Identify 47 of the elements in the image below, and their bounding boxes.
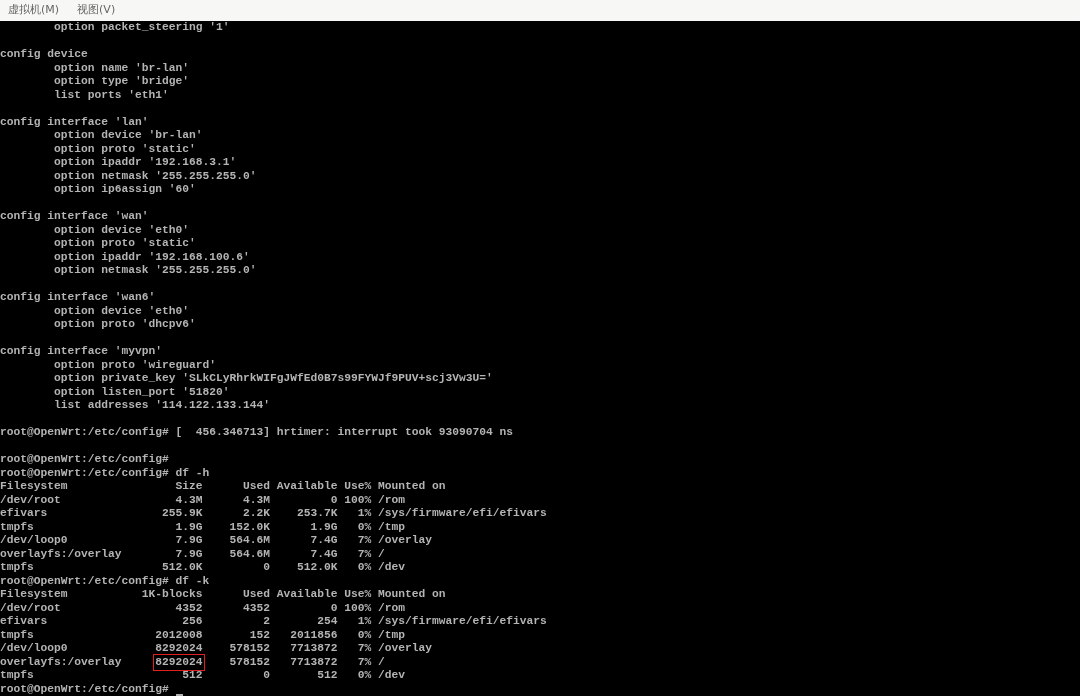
terminal-line: root@OpenWrt:/etc/config# df -k [0, 574, 210, 587]
terminal-line: option listen_port '51820' [53, 385, 230, 398]
terminal-line: option device 'eth0' [53, 304, 190, 317]
terminal-line: list addresses '114.122.133.144' [53, 399, 271, 411]
terminal-line: option ipaddr '192.168.100.6' [53, 250, 250, 263]
terminal-line: root@OpenWrt:/etc/config# [ 456.346713] hrtimer: interrupt took 93090704 ns [0, 426, 514, 438]
terminal-line: /dev/root 4352 4352 0 100% /rom [0, 601, 406, 614]
terminal-line: overlayfs:/overlay [0, 655, 123, 669]
terminal-line: config interface 'lan' [0, 115, 149, 128]
terminal-line: option netmask '255.255.255.0' [53, 264, 257, 276]
terminal-line: config device [0, 48, 88, 60]
terminal-line: option netmask '255.255.255.0' [53, 169, 257, 182]
terminal-line: option proto 'wireguard' [53, 358, 217, 371]
terminal-line: option ipaddr '192.168.3.1' [53, 156, 237, 168]
terminal-line: tmpfs 512.0K 0 512.0K 0% /dev [0, 561, 406, 573]
terminal-line: option type 'bridge' [53, 75, 190, 87]
terminal-line: option proto 'static' [53, 237, 196, 249]
terminal-line: option private_key 'SLkCLyRhrkWIFgJWfEd0B7s99FYWJf9PUV+scj3Vw3U=' [53, 372, 493, 384]
menu-item[interactable]: 虚拟机(M) [6, 2, 62, 19]
terminal-line: config interface 'myvpn' [0, 345, 163, 357]
menu-item[interactable]: 视图(V) [75, 2, 118, 19]
terminal-line: Filesystem Size Used Available Use% Mounted on [0, 480, 446, 492]
terminal-line: root@OpenWrt:/etc/config# [0, 682, 170, 696]
terminal-line: config interface 'wan6' [0, 291, 156, 303]
highlighted-value: 8292024 [155, 655, 203, 669]
terminal-line: option name 'br-lan' [53, 61, 190, 74]
terminal-line: overlayfs:/overlay 7.9G 564.6M 7.4G 7% / [0, 547, 385, 560]
terminal-line: option device 'br-lan' [53, 129, 203, 141]
terminal-line: 578152 7713872 7% / [228, 655, 385, 669]
terminal-line: root@OpenWrt:/etc/config# [0, 453, 169, 465]
terminal-line: option proto 'dhcpv6' [53, 318, 196, 330]
terminal-line: config interface 'wan' [0, 210, 149, 222]
terminal-line: efivars 256 2 254 1% /sys/firmware/efi/efivars [0, 615, 547, 627]
terminal-line: /dev/loop0 7.9G 564.6M 7.4G 7% /overlay [0, 534, 433, 546]
terminal-line: option proto 'static' [53, 142, 196, 155]
terminal-line: list ports 'eth1' [53, 88, 169, 101]
terminal-line: Filesystem 1K-blocks Used Available Use% Mounted on [0, 588, 446, 600]
terminal-line: tmpfs 1.9G 152.0K 1.9G 0% /tmp [0, 520, 406, 533]
terminal-line: option ip6assign '60' [53, 183, 196, 195]
terminal-line: tmpfs 512 0 512 0% /dev [0, 669, 406, 681]
terminal-line: tmpfs 2012008 152 2011856 0% /tmp [0, 628, 406, 641]
terminal-line: root@OpenWrt:/etc/config# df -h [0, 466, 210, 479]
terminal-line: efivars 255.9K 2.2K 253.7K 1% /sys/firmware/efi/efivars [0, 507, 547, 519]
terminal-line: option packet_steering '1' [53, 21, 230, 33]
terminal-line: option device 'eth0' [53, 223, 190, 236]
terminal-line: /dev/root 4.3M 4.3M 0 100% /rom [0, 493, 406, 506]
terminal-line: /dev/loop0 8292024 578152 7713872 7% /overlay [0, 642, 433, 654]
